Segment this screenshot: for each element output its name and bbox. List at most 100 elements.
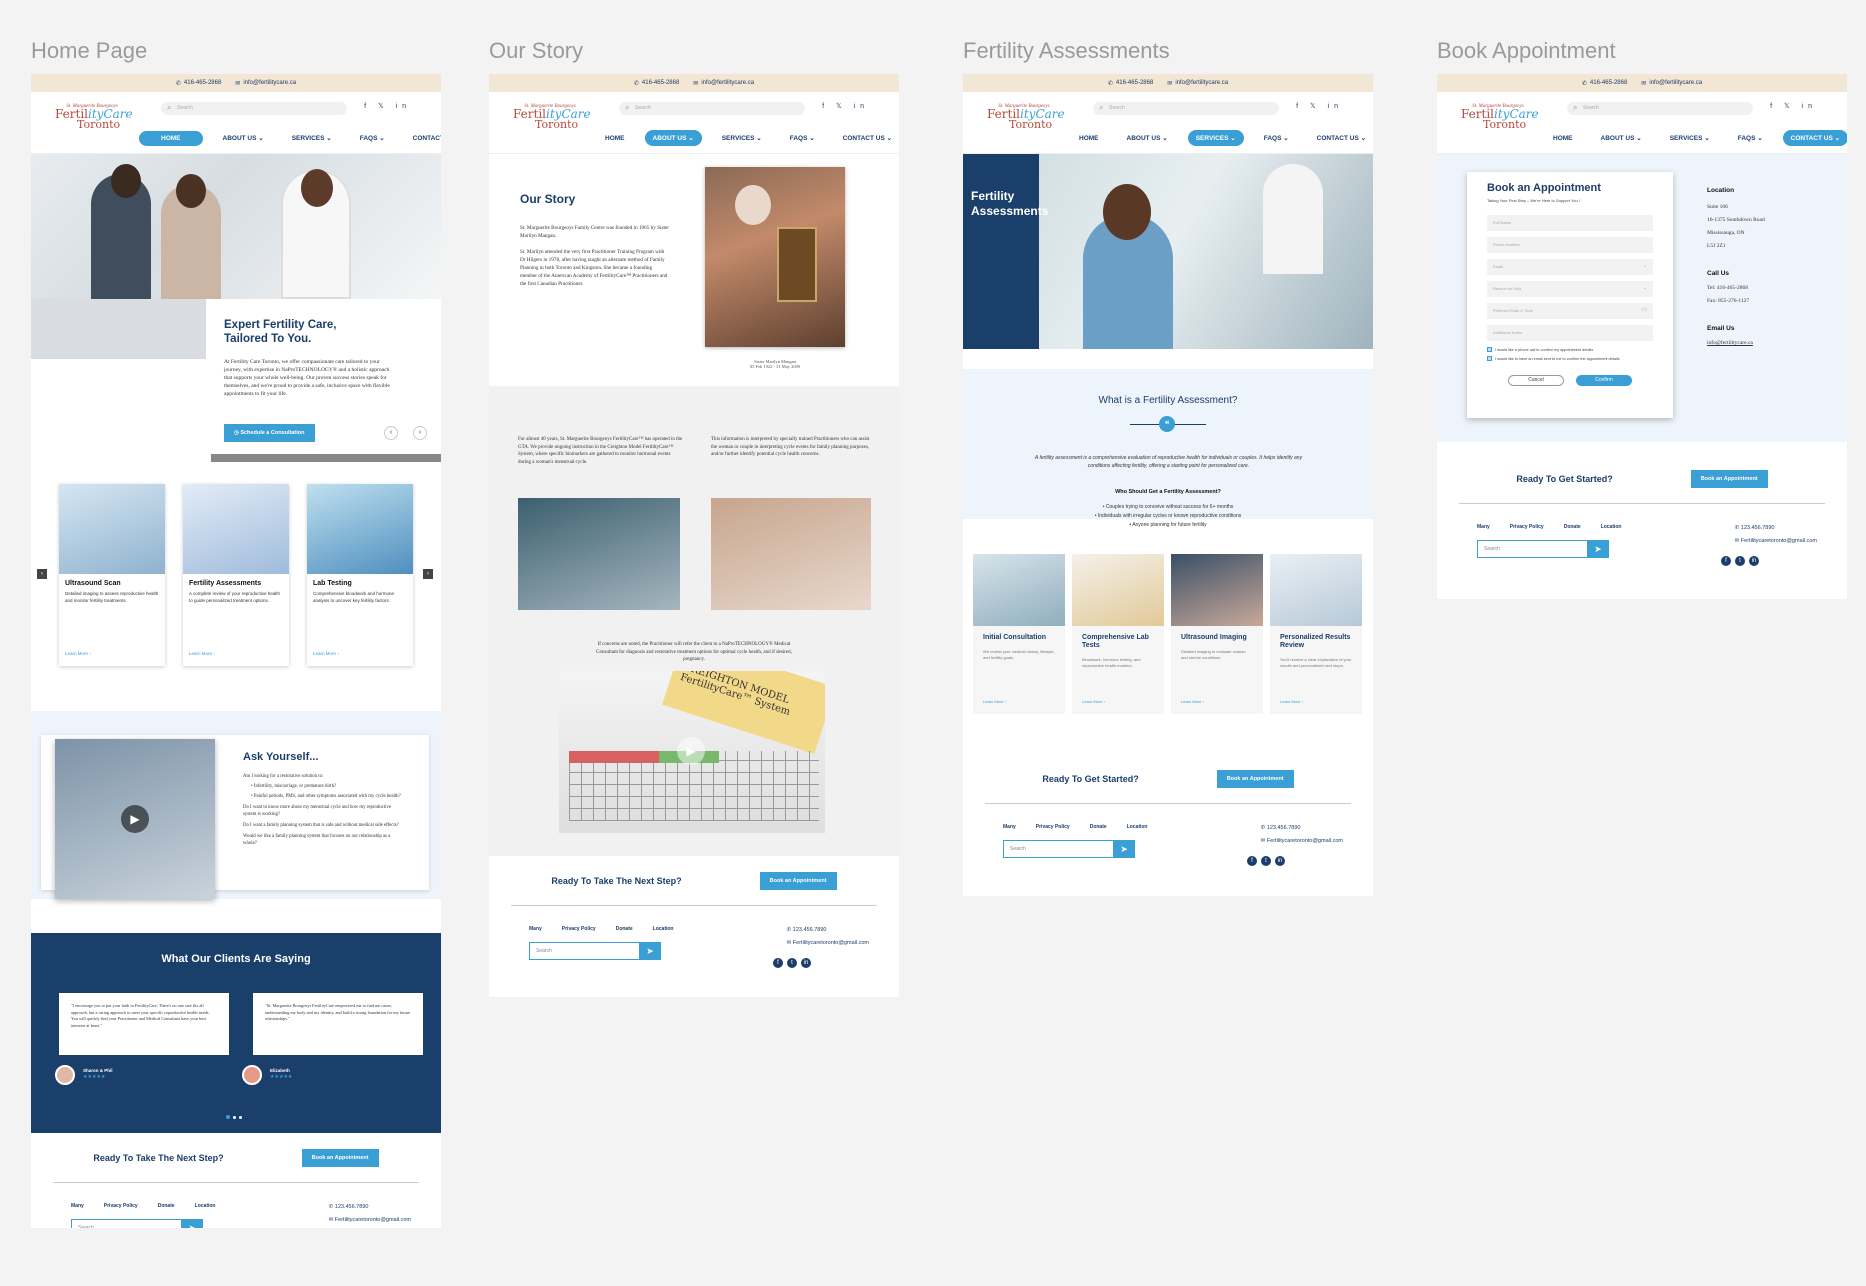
prev-arrow-icon[interactable]: ‹ (384, 426, 398, 440)
nav-home[interactable]: HOME (597, 131, 633, 146)
logo[interactable]: St. Marguerite Bourgeoys FertilityCare T… (1461, 104, 1539, 130)
email-link[interactable]: ✉ info@fertilitycare.ca (235, 80, 296, 87)
nav-faqs[interactable]: FAQS ⌄ (1256, 130, 1297, 146)
footer-search-input[interactable]: Search (1003, 840, 1131, 858)
confirm-button[interactable]: Confirm (1576, 375, 1632, 386)
twitter-icon[interactable]: t (787, 958, 797, 968)
learn-more-link[interactable]: Learn More › (1181, 699, 1204, 704)
card-fertility-assessments[interactable]: Fertility Assessments A complete review … (183, 484, 289, 666)
nav-about[interactable]: ABOUT US ⌄ (1119, 130, 1176, 146)
email-link[interactable]: info@fertilitycare.ca (1707, 337, 1837, 350)
footer-search-input[interactable]: Search (71, 1219, 199, 1228)
email-link[interactable]: ✉ info@fertilitycare.ca (1167, 80, 1228, 87)
book-appointment-button[interactable]: Book an Appointment (759, 871, 837, 890)
social-icons[interactable]: f 𝕏 in (822, 102, 869, 110)
phone-input[interactable]: Phone Number (1487, 237, 1653, 253)
learn-more-link[interactable]: Learn More › (189, 651, 215, 656)
footer-link[interactable]: Privacy Policy (104, 1203, 138, 1209)
nav-about[interactable]: ABOUT US ⌄ (215, 130, 272, 146)
footer-link[interactable]: Many (71, 1203, 84, 1209)
carousel-dots[interactable] (226, 1115, 242, 1119)
nav-faqs[interactable]: FAQS ⌄ (352, 130, 393, 146)
twitter-icon[interactable]: t (1735, 556, 1745, 566)
send-icon[interactable]: ➤ (181, 1219, 203, 1228)
footer-link[interactable]: Donate (1564, 524, 1581, 530)
facebook-icon[interactable]: f (1247, 856, 1257, 866)
logo[interactable]: St. Marguerite Bourgeoys FertilityCare T… (55, 104, 133, 130)
footer-link[interactable]: Many (1003, 824, 1016, 830)
linkedin-icon[interactable]: in (1275, 856, 1285, 866)
phone-link[interactable]: ✆ 416-465-2868 (1582, 80, 1627, 87)
footer-link[interactable]: Privacy Policy (562, 926, 596, 932)
cards-prev-icon[interactable]: ‹ (37, 569, 47, 579)
nav-faqs[interactable]: FAQS ⌄ (1730, 130, 1771, 146)
email-input[interactable]: Email ⌄ (1487, 259, 1653, 275)
nav-services[interactable]: SERVICES ⌄ (714, 130, 770, 146)
cancel-button[interactable]: Cancel (1508, 375, 1564, 386)
notes-textarea[interactable]: Additional Notes (1487, 325, 1653, 341)
creighton-chart-video[interactable]: CREIGHTON MODEL FertilityCare™ System ▶ (559, 671, 825, 833)
search-input[interactable]: Search (619, 102, 805, 115)
phone-link[interactable]: ✆ 416-465-2868 (1108, 80, 1153, 87)
nav-contact[interactable]: CONTACT US ⌄ (405, 130, 441, 146)
search-input[interactable]: Search (161, 102, 347, 115)
send-icon[interactable]: ➤ (1113, 840, 1135, 858)
next-arrow-icon[interactable]: › (413, 426, 427, 440)
footer-link[interactable]: Location (653, 926, 674, 932)
nav-home[interactable]: HOME (1071, 131, 1107, 146)
nav-contact[interactable]: CONTACT US ⌄ (1309, 130, 1373, 146)
social-icons[interactable]: f 𝕏 in (364, 102, 411, 110)
social-icons[interactable]: f 𝕏 in (1296, 102, 1343, 110)
nav-about[interactable]: ABOUT US ⌄ (644, 130, 702, 146)
footer-link[interactable]: Privacy Policy (1036, 824, 1070, 830)
step-card[interactable]: Ultrasound Imaging Detailed imaging to e… (1171, 554, 1263, 714)
phone-link[interactable]: ✆ 416-465-2868 (176, 80, 221, 87)
footer-link[interactable]: Donate (158, 1203, 175, 1209)
email-confirm-checkbox[interactable]: I would like to have an email sent to me… (1487, 356, 1653, 361)
footer-link[interactable]: Location (195, 1203, 216, 1209)
card-lab-testing[interactable]: Lab Testing Comprehensive bloodwork and … (307, 484, 413, 666)
search-input[interactable]: Search (1093, 102, 1279, 115)
send-icon[interactable]: ➤ (639, 942, 661, 960)
nav-services[interactable]: SERVICES ⌄ (1187, 130, 1244, 146)
learn-more-link[interactable]: Learn More › (313, 651, 339, 656)
full-name-input[interactable]: Full Name (1487, 215, 1653, 231)
logo[interactable]: St. Marguerite Bourgeoys FertilityCare T… (513, 104, 591, 130)
book-appointment-button[interactable]: Book an Appointment (301, 1148, 379, 1167)
play-icon[interactable]: ▶ (121, 805, 149, 833)
footer-link[interactable]: Donate (1090, 824, 1107, 830)
logo[interactable]: St. Marguerite Bourgeoys FertilityCare T… (987, 104, 1065, 130)
linkedin-icon[interactable]: in (801, 958, 811, 968)
send-icon[interactable]: ➤ (1587, 540, 1609, 558)
learn-more-link[interactable]: Learn More › (983, 699, 1006, 704)
social-icons[interactable]: f 𝕏 in (1770, 102, 1817, 110)
footer-link[interactable]: Many (529, 926, 542, 932)
book-appointment-button[interactable]: Book an Appointment (1216, 769, 1294, 788)
card-ultrasound[interactable]: Ultrasound Scan Detailed imaging to asse… (59, 484, 165, 666)
phone-call-checkbox[interactable]: I would like a phone call to confirm my … (1487, 347, 1653, 352)
footer-search-input[interactable]: Search (529, 942, 657, 960)
facebook-icon[interactable]: f (1721, 556, 1731, 566)
footer-link[interactable]: Many (1477, 524, 1490, 530)
email-link[interactable]: ✉ info@fertilitycare.ca (693, 80, 754, 87)
facebook-icon[interactable]: f (773, 958, 783, 968)
twitter-icon[interactable]: t (1261, 856, 1271, 866)
footer-search-input[interactable]: Search (1477, 540, 1605, 558)
schedule-consultation-button[interactable]: ◷ Schedule a Consultation (224, 424, 315, 442)
step-card[interactable]: Initial Consultation We review your medi… (973, 554, 1065, 714)
step-card[interactable]: Personalized Results Review You'll recei… (1270, 554, 1362, 714)
play-icon[interactable]: ▶ (677, 737, 705, 765)
footer-link[interactable]: Privacy Policy (1510, 524, 1544, 530)
cards-next-icon[interactable]: › (423, 569, 433, 579)
nav-services[interactable]: SERVICES ⌄ (284, 130, 340, 146)
nav-contact[interactable]: CONTACT US ⌄ (835, 130, 899, 146)
footer-link[interactable]: Location (1601, 524, 1622, 530)
step-card[interactable]: Comprehensive Lab Tests Bloodwork, hormo… (1072, 554, 1164, 714)
ask-video-image[interactable]: ▶ (55, 739, 215, 899)
email-link[interactable]: ✉ info@fertilitycare.ca (1641, 80, 1702, 87)
book-appointment-button[interactable]: Book an Appointment (1690, 469, 1768, 488)
nav-contact[interactable]: CONTACT US ⌄ (1782, 130, 1847, 146)
nav-faqs[interactable]: FAQS ⌄ (782, 130, 823, 146)
learn-more-link[interactable]: Learn More › (1280, 699, 1303, 704)
nav-home[interactable]: HOME (139, 130, 203, 146)
